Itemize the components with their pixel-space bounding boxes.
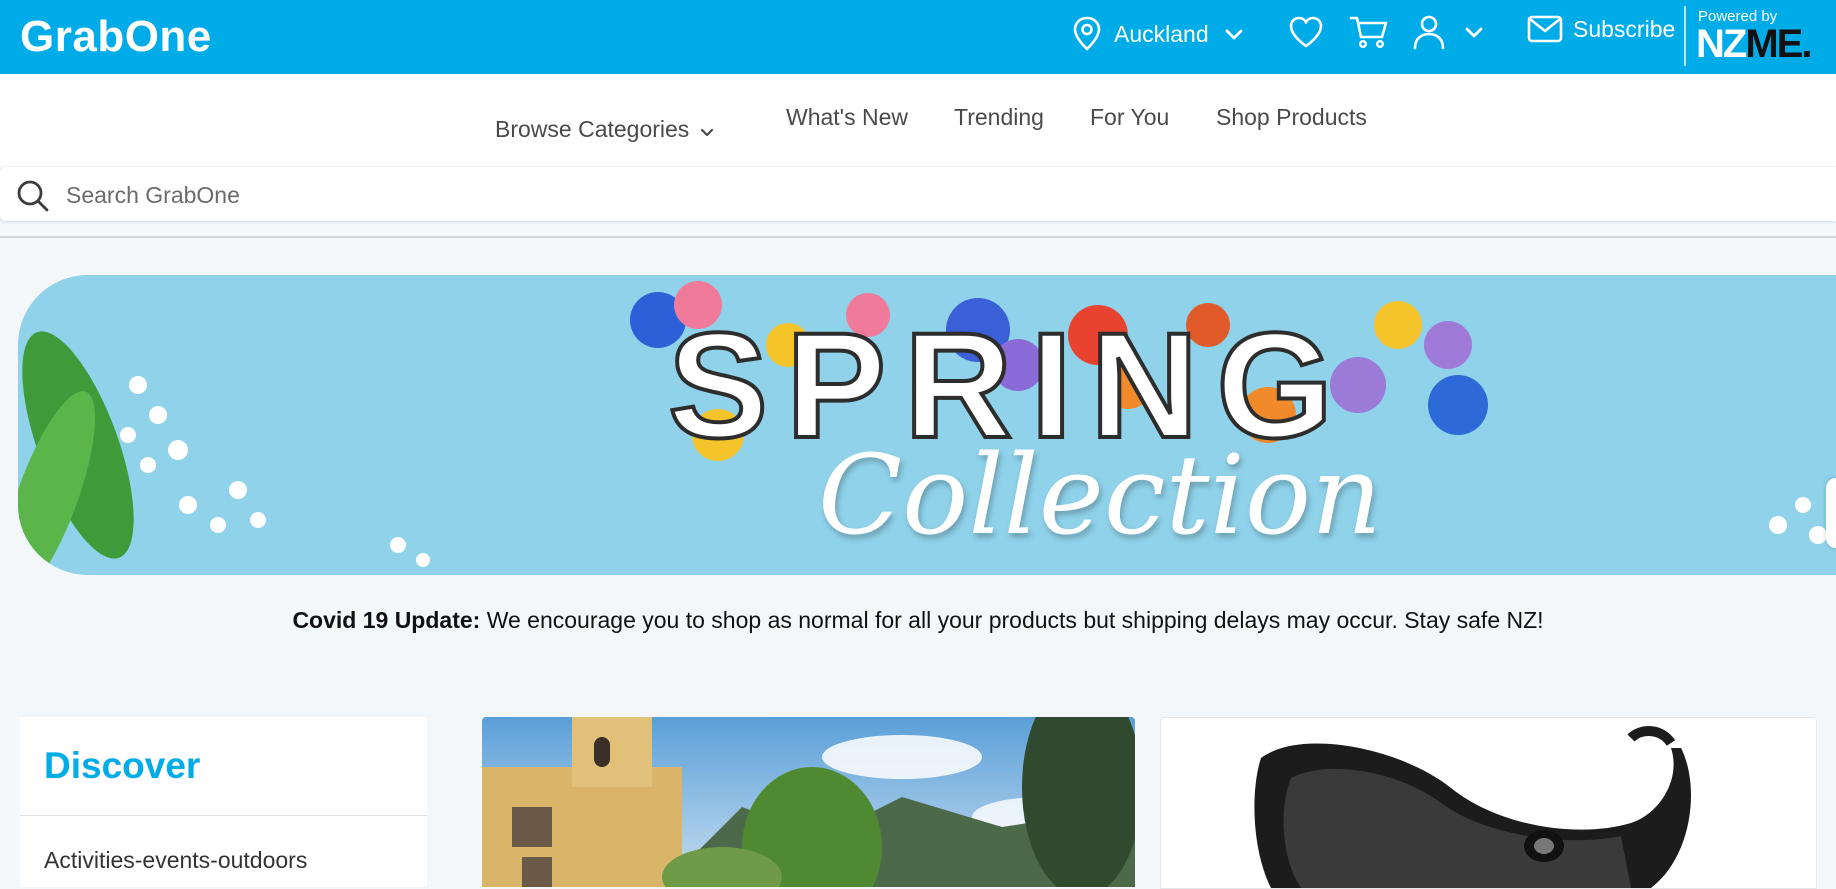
grabone-logo[interactable]: GrabOne bbox=[20, 12, 212, 62]
discover-title: Discover bbox=[44, 745, 201, 786]
chevron-down-icon bbox=[1225, 29, 1243, 40]
deal-card[interactable] bbox=[482, 717, 1135, 887]
search-bar bbox=[0, 167, 1836, 221]
deal-image bbox=[482, 717, 1135, 887]
cart-icon[interactable] bbox=[1349, 13, 1389, 51]
product-card[interactable] bbox=[1160, 717, 1817, 889]
search-icon[interactable] bbox=[16, 179, 50, 213]
covid-notice-heading: Covid 19 Update: bbox=[292, 607, 481, 633]
heart-icon[interactable] bbox=[1287, 13, 1325, 51]
browse-categories-button[interactable]: Browse Categories bbox=[495, 116, 715, 143]
top-bar: GrabOne Auckland Subscribe Powered by NZ… bbox=[0, 0, 1836, 74]
discover-panel: Discover Activities-events-outdoors bbox=[20, 717, 427, 887]
main-nav: Browse Categories What's New Trending Fo… bbox=[0, 74, 1836, 166]
category-link[interactable]: Activities-events-outdoors bbox=[44, 847, 307, 874]
subscribe-label: Subscribe bbox=[1573, 15, 1676, 42]
nzme-brand: NZME. bbox=[1696, 22, 1812, 66]
spring-collection-banner[interactable]: SPRING Collection bbox=[18, 275, 1836, 575]
covid-notice: Covid 19 Update: We encourage you to sho… bbox=[0, 607, 1836, 634]
nzme-logo[interactable]: Powered by NZME. bbox=[1684, 6, 1836, 66]
banner-collection-text: Collection bbox=[818, 431, 1382, 559]
nav-shop-products[interactable]: Shop Products bbox=[1216, 104, 1367, 131]
nav-whats-new[interactable]: What's New bbox=[786, 104, 908, 131]
divider bbox=[0, 236, 1836, 238]
user-icon[interactable] bbox=[1411, 13, 1447, 51]
nav-trending[interactable]: Trending bbox=[954, 104, 1044, 131]
chevron-down-icon bbox=[701, 128, 714, 136]
mail-icon bbox=[1527, 15, 1563, 43]
nav-for-you[interactable]: For You bbox=[1090, 104, 1169, 131]
face-mask-image bbox=[1161, 718, 1816, 888]
divider bbox=[20, 815, 427, 816]
subscribe-button[interactable]: Subscribe bbox=[1527, 14, 1675, 44]
location-pin-icon bbox=[1073, 16, 1101, 51]
browse-categories-label: Browse Categories bbox=[495, 116, 690, 142]
location-label: Auckland bbox=[1114, 20, 1209, 47]
covid-notice-text: We encourage you to shop as normal for a… bbox=[480, 607, 1544, 633]
carousel-next-handle[interactable] bbox=[1826, 478, 1836, 548]
search-input[interactable] bbox=[64, 173, 1768, 217]
location-selector[interactable]: Auckland bbox=[1072, 14, 1245, 54]
chevron-down-icon[interactable] bbox=[1463, 21, 1485, 43]
